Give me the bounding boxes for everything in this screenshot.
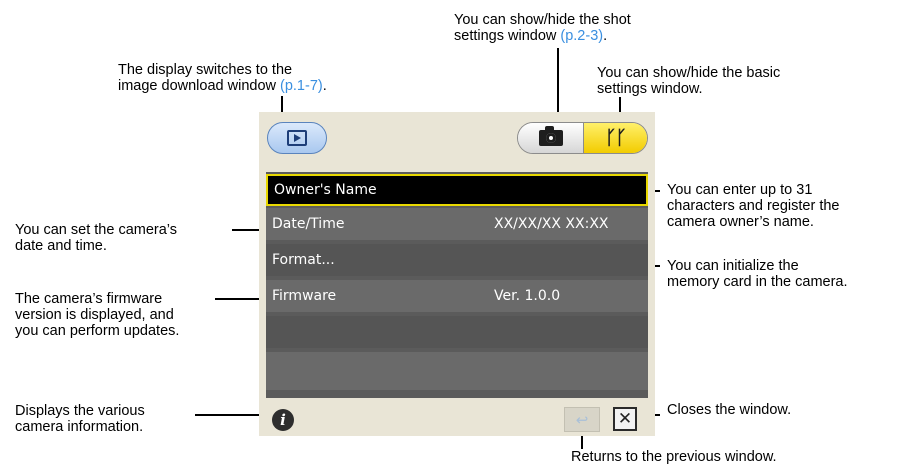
settings-list: Owner's Name Date/Time XX/XX/XX XX:XX Fo…	[266, 172, 648, 398]
row-value: Ver. 1.0.0	[494, 288, 561, 304]
leader-line	[557, 48, 559, 118]
shot-settings-button[interactable]	[518, 123, 583, 153]
link-p2-3[interactable]: (p.2-3)	[560, 28, 603, 44]
camera-settings-window: ᚴᚴ Owner's Name Date/Time XX/XX/XX XX:XX…	[259, 112, 655, 436]
row-label: Owner's Name	[274, 182, 377, 198]
back-button[interactable]: ↩	[564, 407, 600, 432]
empty-row	[266, 316, 648, 348]
camera-icon	[538, 126, 563, 146]
annotation-close: Closes the window.	[667, 402, 792, 418]
info-icon: i	[280, 411, 286, 429]
format-row[interactable]: Format...	[266, 244, 648, 276]
owner-name-field[interactable]: Owner's Name	[266, 174, 648, 206]
annotation-firmware: The camera’s firmware version is display…	[15, 291, 180, 339]
date-time-row[interactable]: Date/Time XX/XX/XX XX:XX	[266, 208, 648, 240]
close-icon: ✕	[617, 409, 633, 429]
row-label: Firmware	[272, 288, 337, 304]
annotation-shot-settings: You can show/hide the shot settings wind…	[454, 12, 631, 44]
annotation-date-time: You can set the camera’s date and time.	[15, 222, 178, 254]
link-p1-7[interactable]: (p.1-7)	[280, 78, 323, 94]
playback-icon	[287, 130, 307, 146]
annotation-basic-settings: You can show/hide the basic settings win…	[597, 65, 781, 97]
camera-info-button[interactable]: i	[272, 409, 294, 431]
annotation-owner-name: You can enter up to 31 characters and re…	[667, 182, 840, 230]
basic-settings-button[interactable]: ᚴᚴ	[583, 123, 647, 153]
back-icon: ↩	[575, 411, 589, 429]
annotation-info: Displays the various camera information.	[15, 403, 145, 435]
annotation-download: The display switches to the image downlo…	[118, 62, 327, 94]
settings-toggle-group: ᚴᚴ	[517, 122, 648, 154]
empty-row	[266, 352, 648, 390]
firmware-row[interactable]: Firmware Ver. 1.0.0	[266, 280, 648, 312]
row-label: Format...	[272, 252, 335, 268]
row-label: Date/Time	[272, 216, 345, 232]
row-value: XX/XX/XX XX:XX	[494, 216, 609, 232]
annotation-back: Returns to the previous window.	[571, 449, 777, 465]
close-button[interactable]: ✕	[613, 407, 637, 431]
wrench-icon: ᚴᚴ	[605, 127, 627, 149]
annotation-format: You can initialize the memory card in th…	[667, 258, 848, 290]
image-download-button[interactable]	[267, 122, 327, 154]
